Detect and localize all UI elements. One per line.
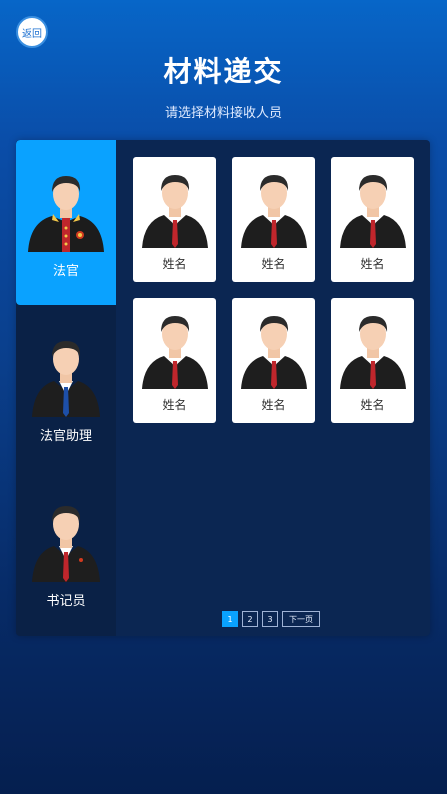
sidebar-item-clerk[interactable]: 书记员 xyxy=(16,470,116,635)
person-name: 姓名 xyxy=(162,257,187,271)
person-card[interactable]: 姓名 xyxy=(133,298,216,423)
role-sidebar: 法官 法官助理 书记员 xyxy=(16,140,116,636)
sidebar-item-label: 书记员 xyxy=(46,594,86,609)
person-name: 姓名 xyxy=(360,257,385,271)
sidebar-item-judge[interactable]: 法官 xyxy=(16,140,116,305)
sidebar-item-label: 法官 xyxy=(52,264,79,279)
back-button[interactable]: 返回 xyxy=(16,16,48,48)
page-button-2[interactable]: 2 xyxy=(242,611,258,627)
person-card[interactable]: 姓名 xyxy=(133,157,216,282)
sidebar-item-label: 法官助理 xyxy=(39,429,92,444)
selection-panel: 法官 法官助理 书记员 姓名 姓名 姓名 姓名 姓名 姓名 1 2 3 下一页 xyxy=(16,140,430,636)
judge-avatar-icon xyxy=(28,176,104,252)
person-photo-icon xyxy=(240,316,307,389)
page-button-3[interactable]: 3 xyxy=(262,611,278,627)
person-card[interactable]: 姓名 xyxy=(331,157,414,282)
person-name: 姓名 xyxy=(261,257,286,271)
person-photo-icon xyxy=(339,316,406,389)
assistant-avatar-icon xyxy=(32,341,100,417)
person-card[interactable]: 姓名 xyxy=(232,157,315,282)
page-button-1[interactable]: 1 xyxy=(222,611,238,627)
person-photo-icon xyxy=(339,175,406,248)
next-page-button[interactable]: 下一页 xyxy=(282,611,320,627)
person-photo-icon xyxy=(240,175,307,248)
person-name: 姓名 xyxy=(261,398,286,412)
pagination: 1 2 3 下一页 xyxy=(222,611,320,627)
person-card[interactable]: 姓名 xyxy=(331,298,414,423)
person-photo-icon xyxy=(141,316,208,389)
page-subtitle: 请选择材料接收人员 xyxy=(164,106,282,121)
page-title: 材料递交 xyxy=(163,55,284,88)
person-photo-icon xyxy=(141,175,208,248)
clerk-avatar-icon xyxy=(32,506,100,582)
sidebar-item-assistant[interactable]: 法官助理 xyxy=(16,305,116,470)
person-name: 姓名 xyxy=(162,398,187,412)
person-grid: 姓名 姓名 姓名 姓名 姓名 姓名 1 2 3 下一页 xyxy=(116,140,430,636)
person-name: 姓名 xyxy=(360,398,385,412)
person-card[interactable]: 姓名 xyxy=(232,298,315,423)
